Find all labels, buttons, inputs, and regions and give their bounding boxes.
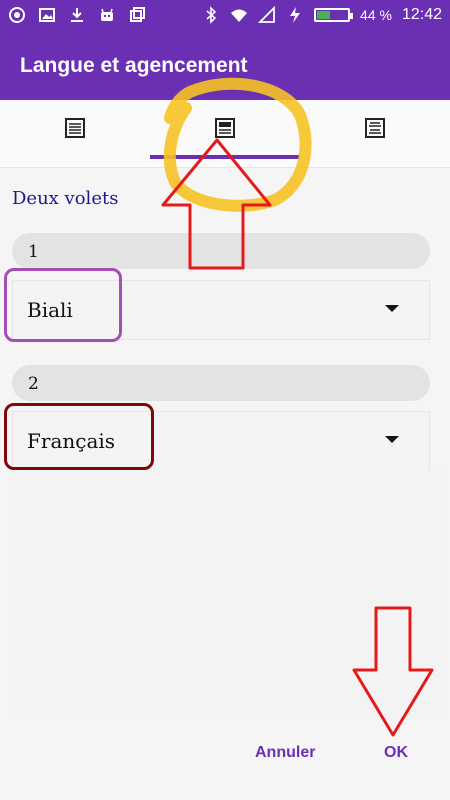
wifi-icon: [231, 9, 248, 22]
app-icon: [9, 7, 25, 23]
ok-button[interactable]: OK: [384, 744, 408, 762]
pane-1-header: 1: [12, 233, 430, 269]
notification-icons: [8, 6, 146, 24]
bluetooth-icon: [206, 6, 217, 24]
dropdown-arrow-icon: [385, 305, 399, 312]
app-bar: Langue et agencement: [0, 32, 450, 100]
dropdown-arrow-icon: [385, 436, 399, 443]
download-icon: [71, 8, 83, 22]
android-icon: [101, 8, 113, 21]
tab-two-pane[interactable]: [213, 116, 237, 140]
interlinear-icon: [365, 118, 385, 138]
cancel-button[interactable]: Annuler: [255, 744, 315, 762]
pane-1-language-value: Biali: [27, 298, 73, 322]
tab-single-pane[interactable]: [63, 116, 87, 140]
clock: 12:42: [401, 6, 442, 23]
pane-2-header: 2: [12, 365, 430, 401]
pane-1-language-select[interactable]: Biali: [12, 280, 430, 340]
pane-2-language-value: Français: [27, 429, 116, 453]
two-pane-icon: [215, 118, 235, 138]
selected-tab-indicator: [150, 155, 300, 159]
page-title: Langue et agencement: [20, 54, 248, 77]
status-bar: 44 % 12:42: [0, 0, 450, 32]
tab-interlinear[interactable]: [363, 116, 387, 140]
empty-panel: [8, 470, 442, 720]
charging-icon: [290, 7, 301, 23]
battery-percentage: 44 %: [360, 7, 392, 23]
single-pane-icon: [65, 118, 85, 138]
image-icon: [39, 8, 55, 22]
pane-1-number: 1: [28, 242, 39, 262]
section-title: Deux volets: [12, 188, 119, 209]
pane-2-number: 2: [28, 374, 39, 394]
signal-icon: [258, 6, 275, 23]
system-icons: 44 % 12:42: [202, 6, 442, 24]
battery-icon: [314, 8, 354, 22]
pane-2-language-select[interactable]: Français: [12, 411, 430, 471]
layers-icon: [130, 7, 145, 22]
